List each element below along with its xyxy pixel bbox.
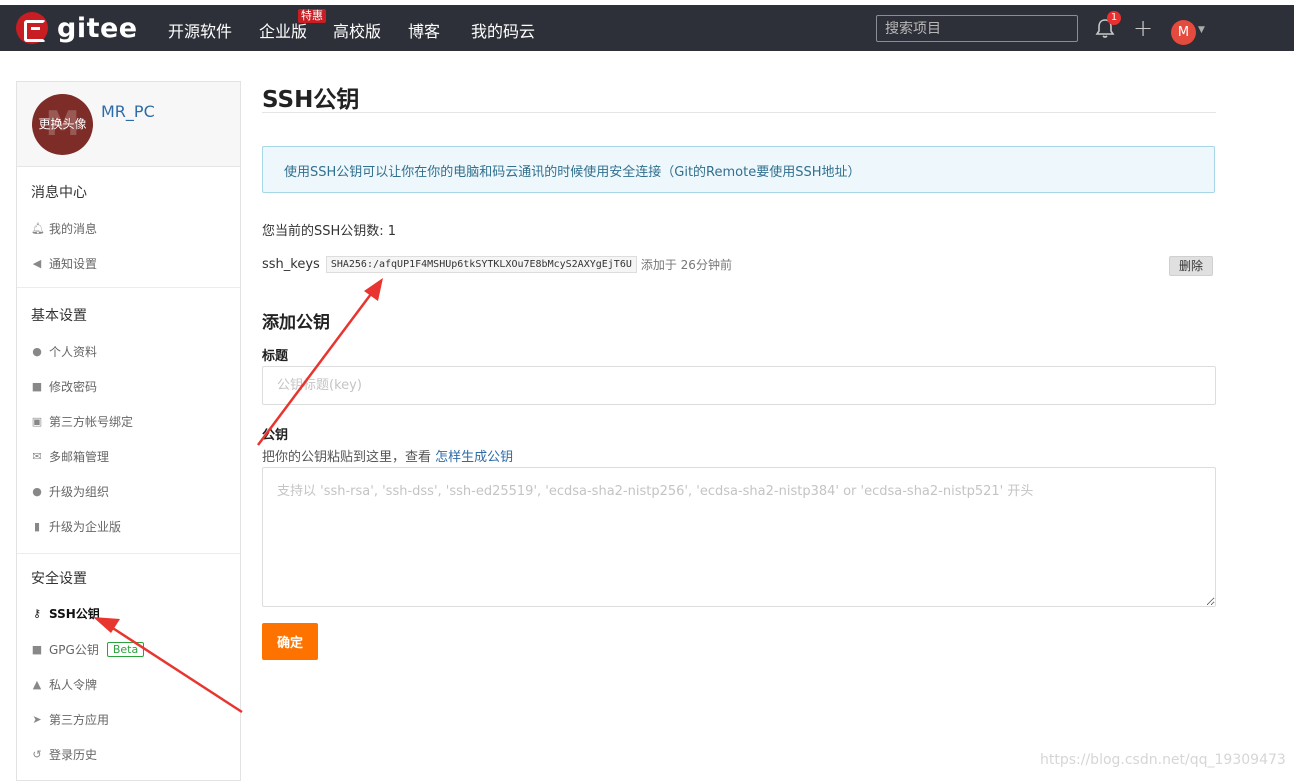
watermark: https://blog.csdn.net/qq_19309473 (1040, 752, 1286, 768)
section-security-settings: 安全设置 (31, 571, 87, 587)
sidebar-item-upgrade-organization[interactable]: ● 升级为组织 (31, 483, 109, 500)
public-key-label: 公钥 (262, 428, 289, 443)
settings-sidebar: M 更换头像 MR_PC 消息中心 🔔︎ 我的消息 ◀ 通知设置 基本设置 ● 个人资… (16, 81, 241, 781)
key-title-input[interactable] (262, 366, 1216, 405)
ssh-key-fingerprint: SHA256:/afqUP1F4MSHUp6tkSYTKLXOu7E8bMcyS… (325, 256, 637, 273)
ssh-key-row: ssh_keys SHA256:/afqUP1F4MSHUp6tkSYTKLXO… (262, 256, 732, 273)
info-alert: 使用SSH公钥可以让你在你的电脑和码云通讯的时候使用安全连接（Git的Remot… (262, 146, 1215, 193)
sidebar-item-private-tokens[interactable]: ▲ 私人令牌 (31, 676, 97, 693)
volume-icon: ◀ (32, 256, 42, 270)
search-input[interactable] (876, 15, 1078, 42)
plus-icon[interactable]: + (1133, 16, 1153, 40)
history-icon: ↺ (32, 747, 42, 761)
user-secret-icon: ▲ (32, 677, 42, 691)
change-avatar-label: 更换头像 (38, 117, 87, 131)
title-label: 标题 (262, 349, 289, 364)
sidebar-item-third-party-apps[interactable]: ➤ 第三方应用 (31, 711, 109, 728)
sidebar-item-notification-settings[interactable]: ◀ 通知设置 (31, 255, 97, 272)
top-navbar: gitee 开源软件 企业版 特惠 高校版 博客 我的码云 1 + M ▼ (0, 5, 1294, 51)
lock-icon: ■ (31, 642, 43, 656)
envelope-icon: ✉ (32, 449, 42, 463)
sidebar-item-email-management[interactable]: ✉ 多邮箱管理 (31, 448, 109, 465)
nav-blog[interactable]: 博客 (408, 18, 440, 42)
sidebar-item-gpg-keys[interactable]: ■ GPG公钥 Beta (31, 641, 145, 658)
logo-text: gitee (57, 12, 138, 44)
public-key-textarea[interactable] (262, 467, 1216, 607)
profile-card: M 更换头像 MR_PC (17, 82, 240, 167)
nav-my-gitee[interactable]: 我的码云 (471, 18, 535, 42)
id-card-icon: ▣ (31, 414, 43, 428)
confirm-button[interactable]: 确定 (262, 623, 318, 660)
user-icon: ● (32, 344, 42, 358)
building-icon: ▮ (33, 519, 41, 533)
sidebar-item-upgrade-enterprise[interactable]: ▮ 升级为企业版 (31, 518, 121, 535)
sidebar-item-third-party-binding[interactable]: ▣ 第三方帐号绑定 (31, 413, 133, 430)
notification-count: 1 (1107, 11, 1121, 25)
section-basic-settings: 基本设置 (31, 308, 87, 324)
sidebar-item-change-password[interactable]: ■ 修改密码 (31, 378, 97, 395)
how-to-generate-key-link[interactable]: 怎样生成公钥 (435, 450, 513, 465)
chevron-down-icon[interactable]: ▼ (1198, 25, 1205, 35)
promo-badge: 特惠 (298, 9, 326, 23)
page-title: SSH公钥 (262, 87, 360, 113)
ssh-key-count: 您当前的SSH公钥数: 1 (262, 224, 397, 239)
sidebar-item-login-history[interactable]: ↺ 登录历史 (31, 746, 97, 763)
beta-badge: Beta (106, 642, 145, 657)
public-key-hint: 把你的公钥粘贴到这里，查看 怎样生成公钥 (262, 446, 513, 465)
unlock-icon: ■ (31, 379, 43, 393)
nav-open-source[interactable]: 开源软件 (168, 18, 232, 42)
profile-avatar[interactable]: M 更换头像 (32, 94, 93, 155)
divider (17, 553, 240, 554)
rocket-icon: ➤ (32, 712, 42, 726)
users-icon: ● (32, 484, 42, 498)
hint-text: 把你的公钥粘贴到这里，查看 (262, 450, 436, 465)
divider (17, 287, 240, 288)
key-icon: ⚷ (32, 606, 42, 620)
divider (262, 112, 1216, 113)
ssh-key-added-time: 添加于 26分钟前 (640, 258, 732, 272)
delete-key-button[interactable]: 删除 (1169, 256, 1213, 276)
gitee-logo[interactable]: gitee (16, 12, 138, 44)
nav-education[interactable]: 高校版 (333, 18, 381, 42)
bell-icon: 🔔︎ (31, 221, 45, 235)
user-avatar[interactable]: M (1171, 20, 1196, 45)
add-key-heading: 添加公钥 (262, 313, 330, 333)
username-link[interactable]: MR_PC (101, 102, 155, 121)
sidebar-item-profile[interactable]: ● 个人资料 (31, 343, 97, 360)
ssh-key-name: ssh_keys (262, 257, 320, 272)
section-message-center: 消息中心 (31, 185, 87, 201)
gitee-logo-icon (16, 12, 48, 44)
sidebar-item-ssh-keys[interactable]: ⚷ SSH公钥 (31, 605, 100, 622)
sidebar-item-my-messages[interactable]: 🔔︎ 我的消息 (31, 220, 97, 237)
